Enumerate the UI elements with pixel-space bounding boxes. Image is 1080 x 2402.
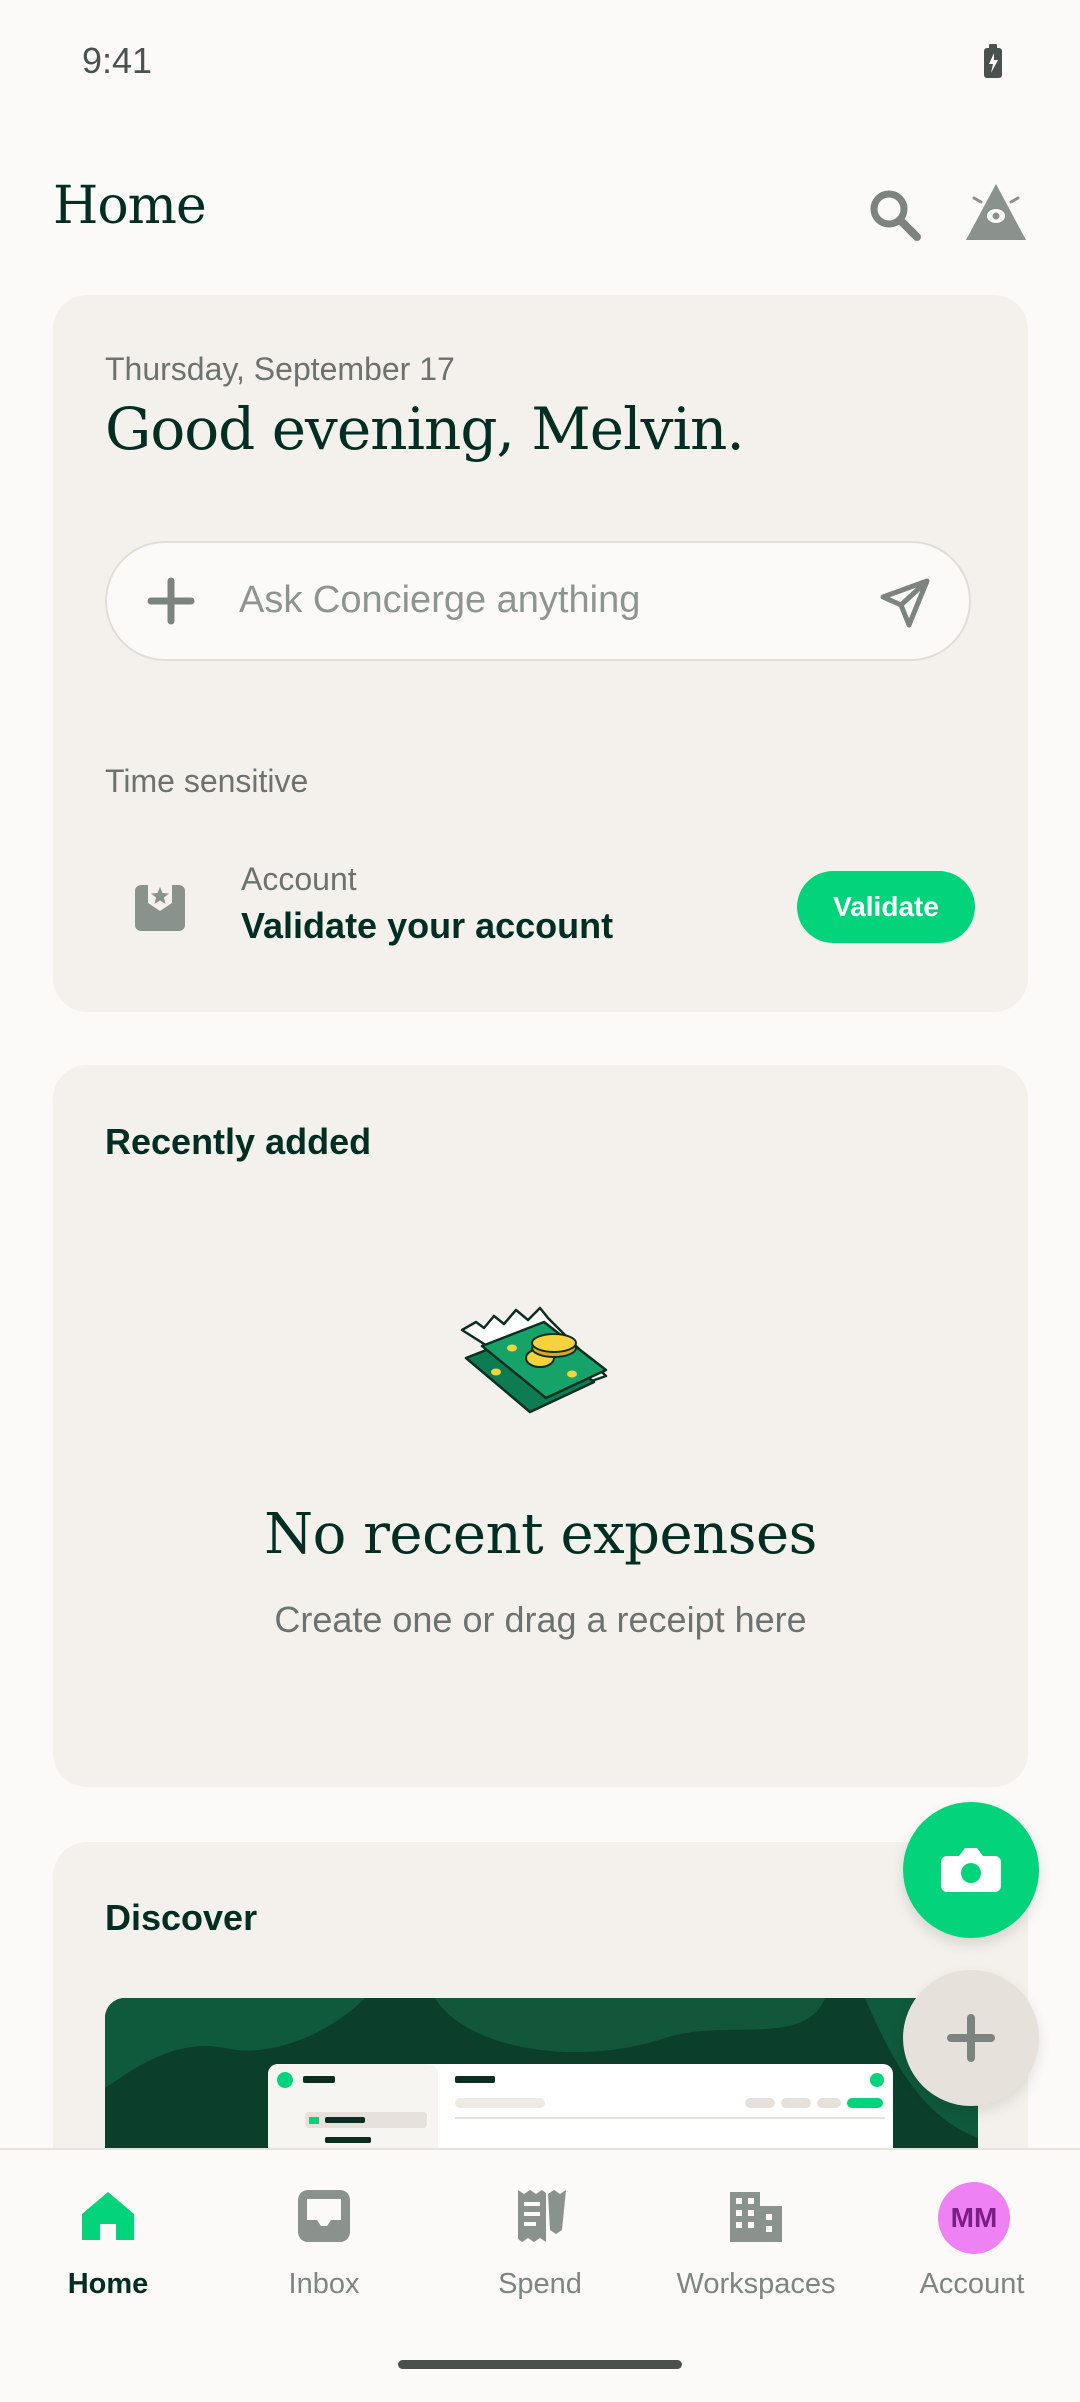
create-fab[interactable] <box>903 1970 1039 2106</box>
battery-charging-icon <box>984 44 1002 78</box>
shield-badge-icon <box>135 881 185 931</box>
concierge-placeholder: Ask Concierge anything <box>239 579 641 621</box>
nav-spend[interactable]: Spend <box>432 2150 648 2330</box>
recently-added-title: Recently added <box>105 1121 372 1162</box>
discover-title: Discover <box>105 1897 258 1938</box>
nav-label-spend: Spend <box>498 2268 582 2300</box>
spotlight-triangle-icon[interactable] <box>960 178 1032 250</box>
camera-fab[interactable] <box>903 1802 1039 1938</box>
plus-icon[interactable] <box>143 573 199 629</box>
receipt-icon <box>518 2190 566 2242</box>
nav-inbox[interactable]: Inbox <box>216 2150 432 2330</box>
home-icon <box>82 2192 134 2240</box>
search-icon[interactable] <box>860 180 930 250</box>
concierge-input[interactable]: Ask Concierge anything <box>105 541 971 661</box>
nav-workspaces[interactable]: Workspaces <box>648 2150 864 2330</box>
nav-label-home: Home <box>67 2268 149 2300</box>
greeting-card: Thursday, September 17 Good evening, Mel… <box>53 295 1028 1012</box>
task-title: Validate your account <box>241 905 614 946</box>
page-title: Home <box>53 176 207 236</box>
plus-icon <box>947 2014 995 2062</box>
money-illustration <box>460 1306 608 1414</box>
buildings-icon <box>730 2192 782 2242</box>
validate-button[interactable]: Validate <box>797 871 975 943</box>
inbox-icon <box>298 2190 350 2242</box>
empty-state-title: No recent expenses <box>264 1502 817 1567</box>
greeting-heading: Good evening, Melvin. <box>105 395 745 463</box>
camera-icon <box>941 1848 1001 1892</box>
send-icon[interactable] <box>877 575 933 631</box>
nav-label-account: Account <box>919 2268 1025 2300</box>
date-label: Thursday, September 17 <box>105 351 455 387</box>
empty-state-subtitle: Create one or drag a receipt here <box>274 1599 807 1640</box>
time-sensitive-label: Time sensitive <box>105 763 309 799</box>
task-category: Account <box>241 861 357 897</box>
status-time: 9:41 <box>82 40 153 81</box>
recently-added-card: Recently added No recent expenses Create… <box>53 1065 1028 1787</box>
nav-label-inbox: Inbox <box>288 2268 360 2300</box>
home-indicator[interactable] <box>398 2360 682 2369</box>
nav-account[interactable]: MM Account <box>864 2150 1080 2330</box>
nav-label-workspaces: Workspaces <box>676 2268 836 2300</box>
avatar: MM <box>938 2182 1010 2254</box>
nav-home[interactable]: Home <box>0 2150 216 2330</box>
